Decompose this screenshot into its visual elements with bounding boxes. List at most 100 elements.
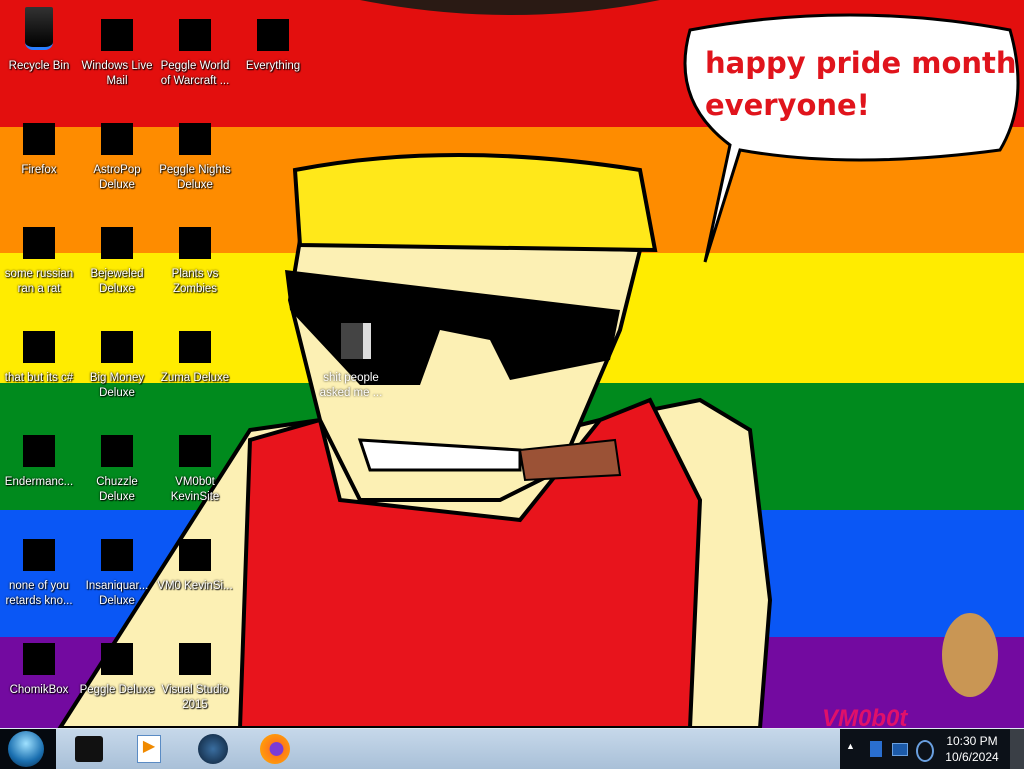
desktop-icon[interactable]: Visual Studio 2015 xyxy=(156,629,234,713)
chuzzle-icon xyxy=(93,421,141,469)
visual-studio-icon xyxy=(171,629,219,677)
search-icon xyxy=(249,5,297,53)
peggle-icon xyxy=(171,109,219,157)
redacted-block xyxy=(23,227,55,259)
desktop-icon[interactable]: Chuzzle Deluxe xyxy=(78,421,156,505)
clock[interactable]: 10:30 PM 10/6/2024 xyxy=(932,733,1012,765)
taskbar-steam[interactable] xyxy=(188,731,238,767)
zuma-icon xyxy=(171,317,219,365)
redacted-block xyxy=(179,539,211,571)
show-hidden-icons-button[interactable]: ▲ xyxy=(846,741,855,751)
desktop-icon[interactable]: VM0 KevinSi... xyxy=(156,525,234,594)
app-icon xyxy=(15,213,63,261)
terminal-icon xyxy=(15,421,63,469)
taskbar-firefox[interactable] xyxy=(250,731,300,767)
redacted-block xyxy=(179,643,211,675)
desktop-icon[interactable]: VM0b0t KevinSite xyxy=(156,421,234,505)
desktop-icon[interactable]: Peggle Deluxe xyxy=(78,629,156,698)
taskbar-terminal-app[interactable] xyxy=(64,731,114,767)
desktop-icon-label: Visual Studio 2015 xyxy=(161,684,229,711)
desktop-icon[interactable]: Insaniquar... Deluxe xyxy=(78,525,156,609)
desktop-icon[interactable]: Plants vs Zombies xyxy=(156,213,234,297)
start-button[interactable] xyxy=(0,729,56,769)
desktop-icon[interactable]: ChomikBox xyxy=(0,629,78,698)
desktop-icon-label: Zuma Deluxe xyxy=(160,372,230,384)
taskbar-media-player[interactable]: ▶ xyxy=(124,731,174,767)
desktop-icon-label: Peggle Nights Deluxe xyxy=(159,164,231,191)
desktop-icon-label: VM0b0t KevinSite xyxy=(170,476,220,503)
redacted-block xyxy=(23,435,55,467)
desktop-icon-label: some russian ran a rat xyxy=(4,268,74,295)
opera-icon xyxy=(15,525,63,573)
gem-icon xyxy=(93,213,141,261)
redacted-block xyxy=(257,19,289,51)
desktop-icon[interactable]: Endermanc... xyxy=(0,421,78,490)
redacted-block xyxy=(101,435,133,467)
desktop: VM0b0t happy pride month everyone! Recyc… xyxy=(0,0,1024,728)
show-desktop-button[interactable] xyxy=(1010,729,1024,769)
desktop-icon-label: AstroPop Deluxe xyxy=(93,164,141,191)
hamster-icon xyxy=(15,629,63,677)
mail-icon xyxy=(93,5,141,53)
desktop-icon[interactable]: Firefox xyxy=(0,109,78,178)
steam-icon xyxy=(198,734,228,764)
window-stack-icon xyxy=(15,317,63,365)
windows-logo-icon xyxy=(8,731,44,767)
bubble-line: everyone! xyxy=(705,88,870,122)
visual-studio-icon xyxy=(171,421,219,469)
desktop-icon-label: shit people asked me ... xyxy=(319,372,383,399)
redacted-block xyxy=(101,643,133,675)
desktop-icon-label: ChomikBox xyxy=(9,684,69,696)
media-player-icon: ▶ xyxy=(137,735,161,763)
desktop-icon[interactable]: none of you retards kno... xyxy=(0,525,78,609)
redacted-block xyxy=(101,19,133,51)
desktop-icon-label: Plants vs Zombies xyxy=(171,268,219,295)
recycle-bin-icon xyxy=(15,5,63,53)
desktop-icon-label: that but its c# xyxy=(4,372,74,384)
desktop-icon-label: VM0 KevinSi... xyxy=(157,580,233,592)
desktop-icon[interactable]: some russian ran a rat xyxy=(0,213,78,297)
redacted-block xyxy=(23,643,55,675)
firefox-icon xyxy=(15,109,63,157)
clock-date: 10/6/2024 xyxy=(945,750,999,764)
redacted-block xyxy=(101,539,133,571)
desktop-icon[interactable]: Peggle Nights Deluxe xyxy=(156,109,234,193)
desktop-icon[interactable]: Bejeweled Deluxe xyxy=(78,213,156,297)
desktop-icon-label: Peggle World of Warcraft ... xyxy=(160,60,230,87)
fish-icon xyxy=(93,525,141,573)
speech-bubble-text: happy pride month everyone! xyxy=(705,42,1017,126)
desktop-icon-label: Firefox xyxy=(21,164,57,176)
firefox-icon xyxy=(260,734,290,764)
desktop-icon[interactable]: Everything xyxy=(234,5,312,74)
desktop-icon[interactable]: Big Money Deluxe xyxy=(78,317,156,401)
desktop-icon-label: Recycle Bin xyxy=(8,60,70,72)
svg-text:VM0b0t: VM0b0t xyxy=(822,705,908,728)
redacted-block xyxy=(101,331,133,363)
network-icon[interactable] xyxy=(892,743,908,756)
desktop-icon[interactable]: that but its c# xyxy=(0,317,78,386)
redacted-block xyxy=(179,227,211,259)
redacted-block xyxy=(179,123,211,155)
tray-app-icon[interactable] xyxy=(870,741,882,757)
desktop-icon[interactable]: Peggle World of Warcraft ... xyxy=(156,5,234,89)
desktop-icon[interactable]: Recycle Bin xyxy=(0,5,78,74)
desktop-icon-label: Bejeweled Deluxe xyxy=(90,268,144,295)
folder-icon xyxy=(327,317,375,365)
terminal-icon xyxy=(75,736,103,762)
desktop-icon-label: Insaniquar... Deluxe xyxy=(85,580,149,607)
redacted-block xyxy=(23,123,55,155)
desktop-icon-label: Chuzzle Deluxe xyxy=(96,476,138,503)
redacted-block xyxy=(179,19,211,51)
desktop-icon[interactable]: Windows Live Mail xyxy=(78,5,156,89)
desktop-icon-label: none of you retards kno... xyxy=(5,580,73,607)
peggle-icon xyxy=(93,629,141,677)
taskbar: ▶ ▲ 10:30 PM 10/6/2024 xyxy=(0,728,1024,769)
peggle-icon xyxy=(171,5,219,53)
desktop-icon-label: Big Money Deluxe xyxy=(89,372,145,399)
bubble-line: happy pride month xyxy=(705,46,1017,80)
desktop-icon[interactable]: AstroPop Deluxe xyxy=(78,109,156,193)
desktop-icon[interactable]: shit people asked me ... xyxy=(312,317,390,401)
desktop-icon-label: Peggle Deluxe xyxy=(79,684,155,696)
desktop-icon[interactable]: Zuma Deluxe xyxy=(156,317,234,386)
redacted-block xyxy=(101,123,133,155)
